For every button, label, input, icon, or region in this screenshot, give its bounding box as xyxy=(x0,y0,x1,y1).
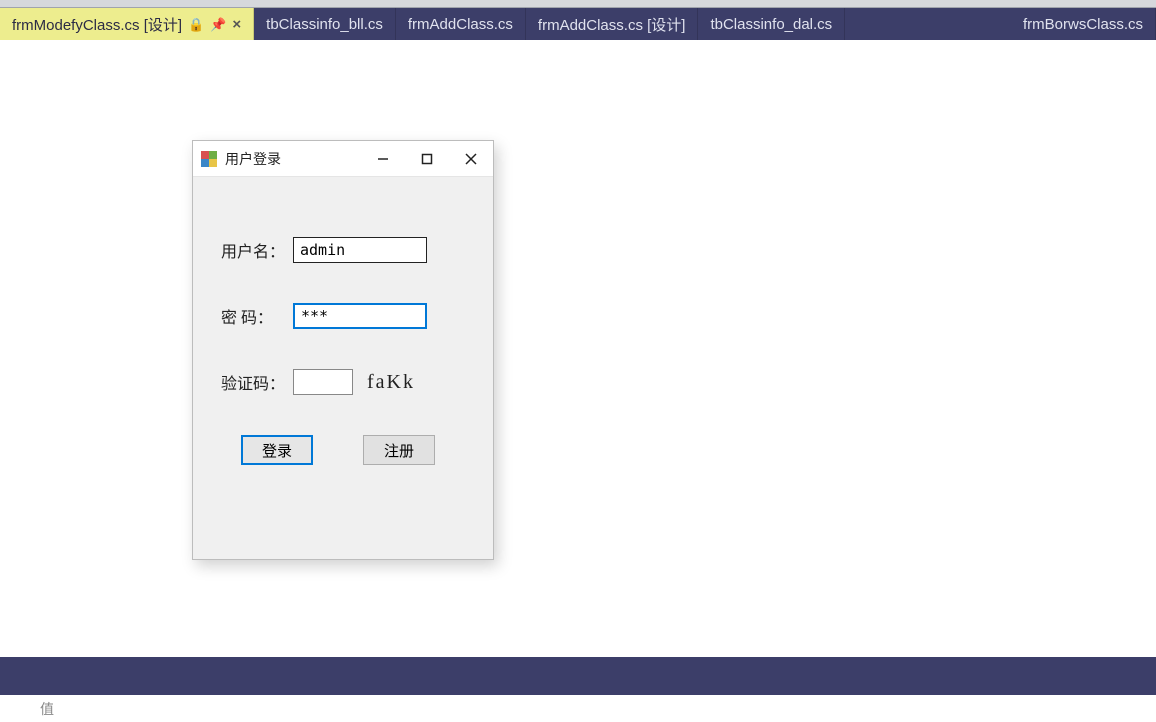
password-label: 密 码： xyxy=(221,304,293,328)
tab-strip: frmModefyClass.cs [设计] 🔒 📌 × tbClassinfo… xyxy=(0,8,1156,40)
footer-value-label: 值 xyxy=(40,699,54,719)
button-row: 登录 注册 xyxy=(221,435,465,465)
tab-frmAddClass-design[interactable]: frmAddClass.cs [设计] xyxy=(526,8,699,40)
username-row: 用户名： xyxy=(221,237,465,263)
tab-label: frmAddClass.cs [设计] xyxy=(538,14,686,35)
login-body: 用户名： 密 码： 验证码： faKk 登录 注册 xyxy=(193,177,493,485)
lock-icon[interactable]: 🔒 xyxy=(188,18,204,31)
window-top-bar xyxy=(0,0,1156,8)
design-surface[interactable]: 用户登录 用户名： 密 码： xyxy=(0,40,1156,630)
register-button[interactable]: 注册 xyxy=(363,435,435,465)
captcha-text: faKk xyxy=(367,371,415,394)
login-button[interactable]: 登录 xyxy=(241,435,313,465)
captcha-row: 验证码： faKk xyxy=(221,369,465,395)
login-titlebar[interactable]: 用户登录 xyxy=(193,141,493,177)
tab-frmBorwsClass[interactable]: frmBorwsClass.cs xyxy=(1011,8,1156,40)
username-label: 用户名： xyxy=(221,238,293,262)
minimize-icon[interactable] xyxy=(369,147,397,171)
bottom-panel xyxy=(0,657,1156,695)
tab-frmModefyClass-design[interactable]: frmModefyClass.cs [设计] 🔒 📌 × xyxy=(0,8,254,40)
login-form-window[interactable]: 用户登录 用户名： 密 码： xyxy=(192,140,494,560)
tab-label: frmAddClass.cs xyxy=(408,16,513,33)
tab-controls: 🔒 📌 × xyxy=(188,17,241,32)
pin-icon[interactable]: 📌 xyxy=(210,18,226,31)
login-title: 用户登录 xyxy=(225,149,281,169)
tab-frmAddClass[interactable]: frmAddClass.cs xyxy=(396,8,526,40)
close-icon[interactable]: × xyxy=(232,17,241,32)
tab-label: tbClassinfo_bll.cs xyxy=(266,16,383,33)
register-button-label: 注册 xyxy=(384,440,414,461)
password-input[interactable] xyxy=(293,303,427,329)
app-icon xyxy=(201,151,217,167)
username-input[interactable] xyxy=(293,237,427,263)
tab-tbClassinfo-dal[interactable]: tbClassinfo_dal.cs xyxy=(698,8,845,40)
maximize-icon[interactable] xyxy=(413,147,441,171)
login-button-label: 登录 xyxy=(262,440,292,461)
tab-label: frmModefyClass.cs [设计] xyxy=(12,14,182,35)
tab-tbClassinfo-bll[interactable]: tbClassinfo_bll.cs xyxy=(254,8,396,40)
tab-label: frmBorwsClass.cs xyxy=(1023,16,1143,33)
captcha-label: 验证码： xyxy=(221,370,293,394)
password-row: 密 码： xyxy=(221,303,465,329)
tab-label: tbClassinfo_dal.cs xyxy=(710,16,832,33)
captcha-input[interactable] xyxy=(293,369,353,395)
bottom-footer: 值 xyxy=(0,695,1156,722)
close-icon[interactable] xyxy=(457,147,485,171)
